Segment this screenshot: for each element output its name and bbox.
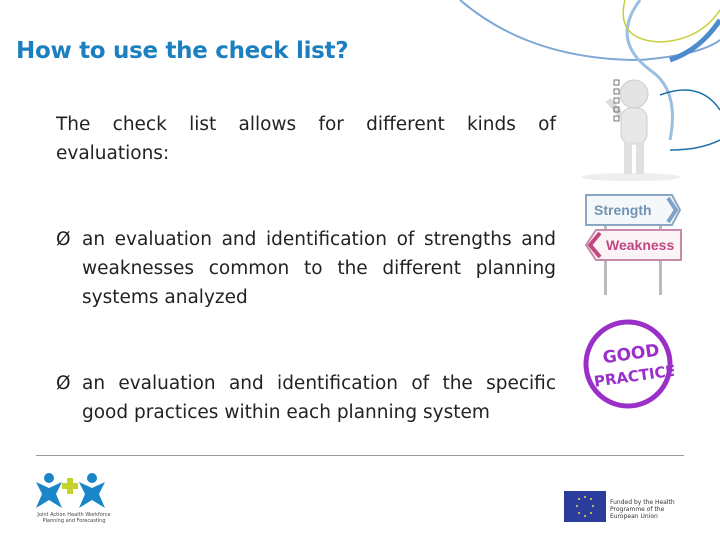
joint-action-logo: Joint Action Health Workforce Planning a… xyxy=(34,470,114,526)
footer-divider xyxy=(36,455,684,456)
arrow-bullet-icon: Ø xyxy=(56,373,71,394)
bullet-text: an evaluation and identification of the … xyxy=(82,373,556,423)
eu-funding-caption: Funded by the Health Programme of the Eu… xyxy=(610,499,675,520)
intro-text: The check list allows for different kind… xyxy=(56,114,556,164)
arrow-bullet-icon: Ø xyxy=(56,229,71,250)
svg-text:Strength: Strength xyxy=(594,202,652,218)
svg-text:Weakness: Weakness xyxy=(606,237,674,253)
bullet-item: Ø an evaluation and identification of st… xyxy=(56,225,556,312)
bullet-item: Ø an evaluation and identification of th… xyxy=(56,369,556,427)
good-practice-stamp-image: GOOD PRACTICE xyxy=(583,319,674,409)
people-logo-icon xyxy=(36,473,105,508)
eu-flag-icon xyxy=(564,491,606,522)
left-logo-caption: Joint Action Health Workforce Planning a… xyxy=(37,512,111,524)
bullet-text: an evaluation and identification of stre… xyxy=(82,229,556,308)
checklist-figure-image xyxy=(581,79,681,181)
page-title: How to use the check list? xyxy=(16,38,349,64)
strength-weakness-signs-image: Strength Weakness xyxy=(584,194,682,295)
